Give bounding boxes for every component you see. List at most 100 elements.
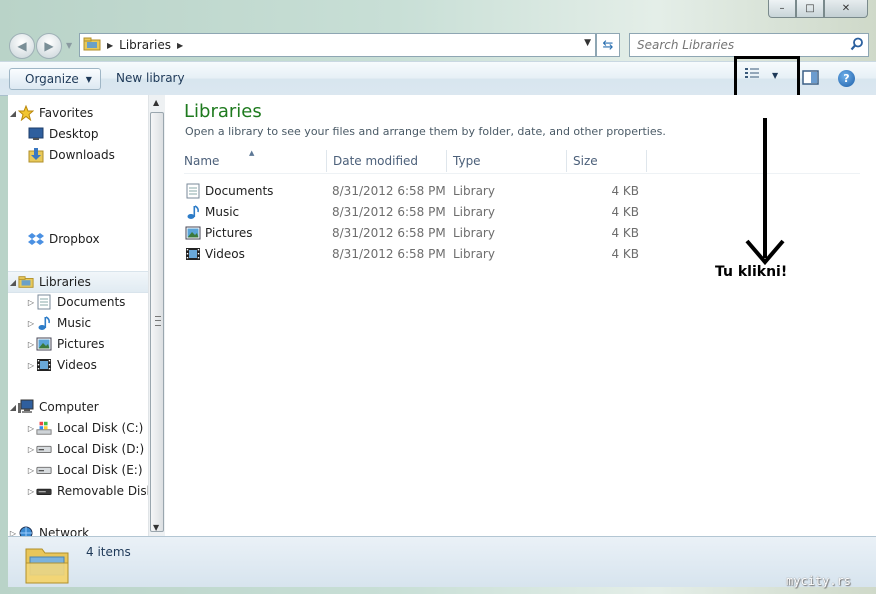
music-icon (36, 315, 52, 331)
column-header-size[interactable]: Size (573, 148, 598, 174)
scroll-down-icon[interactable]: ▼ (153, 523, 159, 532)
collapse-icon[interactable]: ◢ (8, 109, 18, 118)
pictures-icon (185, 225, 201, 241)
sidebar-item-label: Videos (57, 358, 97, 372)
sidebar-item-local-disk-c[interactable]: ▷ Local Disk (C:) (26, 418, 143, 438)
maximize-button[interactable]: □ (796, 0, 824, 18)
header-divider (184, 173, 860, 174)
details-pane: 4 items (8, 536, 876, 587)
search-icon[interactable] (850, 37, 864, 54)
scrollbar-thumb[interactable] (150, 112, 164, 532)
expand-icon[interactable]: ▷ (26, 424, 36, 433)
expand-icon[interactable]: ▷ (26, 466, 36, 475)
sidebar-item-removable-disk[interactable]: ▷ Removable Disk ( (26, 481, 162, 501)
sidebar-item-label: Downloads (49, 148, 115, 162)
sidebar-network-label: Network (39, 526, 90, 536)
sidebar-item-local-disk-e[interactable]: ▷ Local Disk (E:) (26, 460, 143, 480)
grip-icon (155, 316, 161, 326)
sidebar-computer-label: Computer (39, 400, 99, 414)
scroll-up-icon[interactable]: ▲ (153, 98, 159, 107)
organize-button[interactable]: Organize ▼ (9, 68, 101, 90)
row-name: Pictures (205, 225, 253, 240)
column-divider[interactable] (646, 150, 647, 172)
breadcrumb-libraries[interactable]: Libraries (119, 38, 171, 52)
table-row[interactable]: Pictures (185, 222, 253, 243)
computer-icon (18, 399, 34, 415)
window-controls: – □ ✕ (768, 0, 868, 18)
address-history-dropdown[interactable]: ▼ (584, 38, 591, 48)
expand-icon[interactable]: ▷ (26, 361, 36, 370)
sidebar-item-label: Local Disk (D:) (57, 442, 145, 456)
windows-drive-icon (36, 420, 52, 436)
star-icon (18, 105, 34, 121)
sidebar-item-label: Local Disk (C:) (57, 421, 144, 435)
navigation-pane-scrollbar[interactable]: ▲ ▼ (148, 95, 165, 536)
table-row[interactable]: Music (185, 201, 239, 222)
item-count: 4 items (86, 545, 131, 559)
sidebar-item-label: Documents (57, 295, 126, 309)
collapse-icon[interactable]: ◢ (8, 278, 18, 287)
preview-pane-button[interactable] (802, 70, 820, 89)
documents-icon (36, 294, 52, 310)
expand-icon[interactable]: ▷ (26, 340, 36, 349)
help-button[interactable]: ? (838, 70, 855, 87)
music-icon (185, 204, 201, 220)
videos-icon (36, 357, 52, 373)
row-size: 4 KB (611, 205, 639, 219)
sidebar-libraries[interactable]: ◢ Libraries (8, 271, 148, 293)
back-arrow-icon: ◀ (17, 39, 27, 53)
column-divider[interactable] (446, 150, 447, 172)
close-button[interactable]: ✕ (824, 0, 868, 18)
sidebar-item-documents[interactable]: ▷ Documents (26, 292, 125, 312)
row-size: 4 KB (611, 184, 639, 198)
sidebar-favorites-label: Favorites (39, 106, 94, 120)
forward-button[interactable]: ▶ (36, 33, 62, 59)
sidebar-item-pictures[interactable]: ▷ Pictures (26, 334, 105, 354)
search-input[interactable] (635, 37, 839, 53)
table-row[interactable]: Documents (185, 180, 273, 201)
expand-icon[interactable]: ▷ (26, 298, 36, 307)
table-row[interactable]: Videos (185, 243, 245, 264)
back-button[interactable]: ◀ (9, 33, 35, 59)
forward-arrow-icon: ▶ (44, 39, 54, 53)
downloads-icon (28, 147, 44, 163)
sidebar-item-downloads[interactable]: Downloads (28, 145, 115, 165)
sidebar-favorites[interactable]: ◢ Favorites (8, 103, 93, 123)
new-library-button[interactable]: New library (110, 68, 191, 88)
recent-pages-dropdown[interactable]: ▼ (66, 41, 72, 50)
expand-icon[interactable]: ▷ (26, 445, 36, 454)
chevron-down-icon: ▼ (85, 74, 92, 84)
column-header-name[interactable]: Name (184, 148, 219, 174)
drive-icon (36, 462, 52, 478)
column-header-type[interactable]: Type (453, 148, 481, 174)
row-name: Videos (205, 246, 245, 261)
expand-icon[interactable]: ▷ (8, 529, 18, 537)
sidebar-item-dropbox[interactable]: Dropbox (28, 229, 100, 249)
sidebar-item-videos[interactable]: ▷ Videos (26, 355, 97, 375)
sidebar-item-local-disk-d[interactable]: ▷ Local Disk (D:) (26, 439, 144, 459)
minimize-button[interactable]: – (768, 0, 796, 18)
videos-icon (185, 246, 201, 262)
sidebar-item-label: Desktop (49, 127, 99, 141)
sidebar-computer[interactable]: ◢ Computer (8, 397, 99, 417)
search-box[interactable] (629, 33, 869, 57)
network-icon (18, 525, 34, 536)
sidebar-network[interactable]: ▷ Network (8, 523, 89, 536)
column-divider[interactable] (566, 150, 567, 172)
documents-icon (185, 183, 201, 199)
sidebar-item-desktop[interactable]: Desktop (28, 124, 99, 144)
column-divider[interactable] (326, 150, 327, 172)
sidebar-item-music[interactable]: ▷ Music (26, 313, 91, 333)
breadcrumb-expand-icon[interactable]: ▶ (177, 41, 183, 50)
collapse-icon[interactable]: ◢ (8, 403, 18, 412)
expand-icon[interactable]: ▷ (26, 487, 36, 496)
expand-icon[interactable]: ▷ (26, 319, 36, 328)
organize-label: Organize (25, 72, 79, 86)
address-bar[interactable]: ▶ Libraries ▶ ▼ (79, 33, 596, 57)
row-date: 8/31/2012 6:58 PM (332, 226, 446, 240)
refresh-button[interactable]: ⇆ (596, 33, 620, 57)
desktop-icon (28, 126, 44, 142)
breadcrumb-separator-icon[interactable]: ▶ (107, 41, 113, 50)
column-header-date-modified[interactable]: Date modified (333, 148, 418, 174)
annotation-text: Tu klikni! (715, 264, 788, 280)
